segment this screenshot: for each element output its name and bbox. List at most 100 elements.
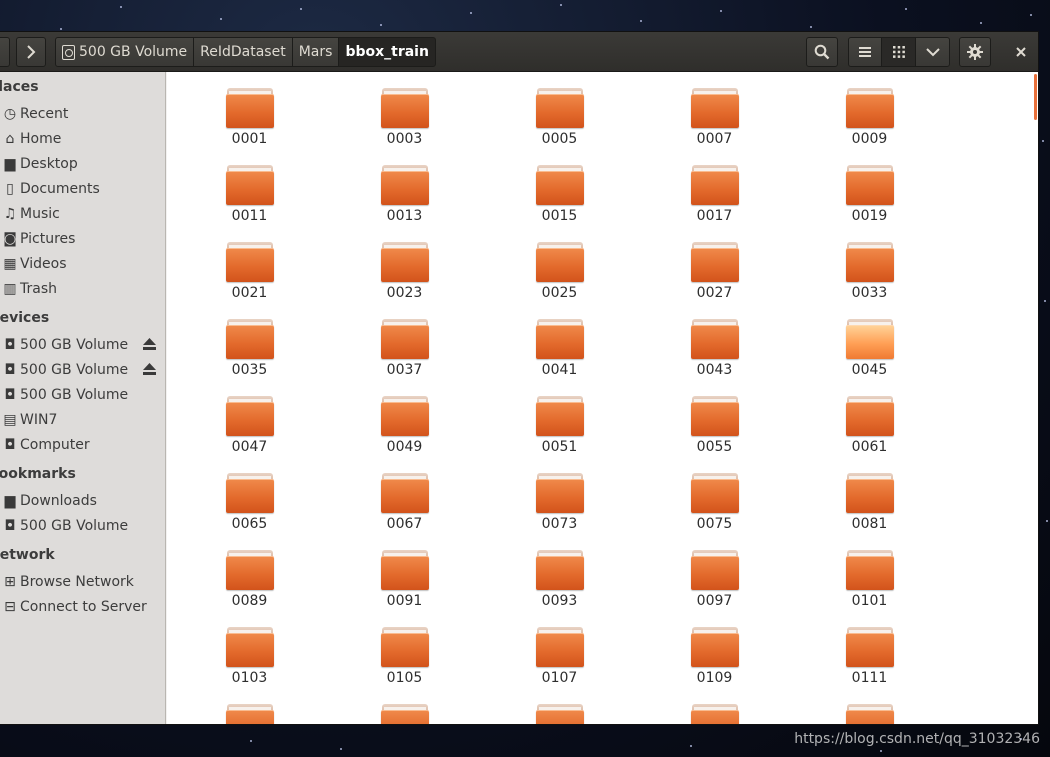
folder-item[interactable]: 0049 [342,380,467,455]
folder-item[interactable]: 0065 [187,457,312,532]
folder-item[interactable]: 0089 [187,534,312,609]
view-options-button[interactable] [915,37,950,67]
folder-item[interactable]: 0005 [497,72,622,147]
forward-button[interactable] [16,37,46,67]
folder-item[interactable]: 0105 [342,611,467,686]
breadcrumb: 500 GB Volume ReIdDataset Mars bbox_train [55,37,436,67]
folder-item[interactable]: 0075 [652,457,777,532]
folder-item[interactable]: 0025 [497,226,622,301]
folder-item[interactable] [342,688,467,724]
folder-item[interactable]: 0019 [807,149,932,224]
folder-name: 0047 [231,439,268,455]
folder-item[interactable] [807,688,932,724]
sidebar-item-devices[interactable]: ◘ Computer [0,432,165,457]
folder-item[interactable] [497,688,622,724]
folder-item[interactable]: 0023 [342,226,467,301]
folder-item[interactable]: 0091 [342,534,467,609]
sidebar-item-devices[interactable]: ◘ 500 GB Volume [0,332,165,357]
sidebar-item-label: Downloads [20,492,97,509]
folder-item[interactable]: 0033 [807,226,932,301]
sidebar-item-devices[interactable]: ▤ WIN7 [0,407,165,432]
sidebar-item-label: Documents [20,180,100,197]
folder-item[interactable]: 0047 [187,380,312,455]
menu-button[interactable] [959,37,991,67]
folder-item[interactable]: 0111 [807,611,932,686]
breadcrumb-item[interactable]: ReIdDataset [193,37,293,67]
breadcrumb-label: ReIdDataset [200,44,286,60]
eject-icon[interactable] [143,338,156,350]
folder-icon [225,319,274,359]
folder-item[interactable]: 0015 [497,149,622,224]
folder-item[interactable]: 0035 [187,303,312,378]
breadcrumb-item[interactable]: 500 GB Volume [55,37,195,67]
sidebar-item-places[interactable]: ◷ Recent [0,101,165,126]
folder-item[interactable]: 0017 [652,149,777,224]
folder-item[interactable]: 0067 [342,457,467,532]
close-button[interactable] [1006,37,1036,67]
eject-icon[interactable] [143,363,156,375]
sidebar-item-places[interactable]: ▥ Trash [0,276,165,301]
folder-icon [380,319,429,359]
folder-item[interactable]: 0081 [807,457,932,532]
folder-item[interactable]: 0101 [807,534,932,609]
folder-icon [690,319,739,359]
folder-item[interactable]: 0037 [342,303,467,378]
folder-item[interactable]: 0041 [497,303,622,378]
folder-icon [225,88,274,128]
list-view-button[interactable] [848,37,882,67]
folder-item[interactable]: 0109 [652,611,777,686]
sidebar-item-places[interactable]: ▆ Desktop [0,151,165,176]
folder-item[interactable]: 0027 [652,226,777,301]
folder-item[interactable]: 0073 [497,457,622,532]
folder-icon [845,396,894,436]
scrollbar[interactable] [1034,74,1037,120]
folder-icon [380,550,429,590]
folder-item[interactable]: 0107 [497,611,622,686]
sidebar-item-devices[interactable]: ◘ 500 GB Volume [0,357,165,382]
folder-item[interactable]: 0007 [652,72,777,147]
sidebar-item-devices[interactable]: ◘ 500 GB Volume [0,382,165,407]
sidebar-item-bookmarks[interactable]: ▆ Downloads [0,488,165,513]
folder-item[interactable]: 0045 [807,303,932,378]
folder-item[interactable]: 0051 [497,380,622,455]
grid-view-button[interactable] [881,37,916,67]
sidebar-item-places[interactable]: ⌂ Home [0,126,165,151]
sidebar-item-bookmarks[interactable]: ◘ 500 GB Volume [0,513,165,538]
drive-icon [62,44,75,60]
folder-item[interactable]: 0043 [652,303,777,378]
breadcrumb-label: Mars [298,44,333,60]
folder-item[interactable]: 0055 [652,380,777,455]
folder-item[interactable]: 0009 [807,72,932,147]
breadcrumb-label: 500 GB Volume [79,44,188,60]
folder-item[interactable]: 0021 [187,226,312,301]
folder-item[interactable] [187,688,312,724]
folder-item[interactable]: 0001 [187,72,312,147]
breadcrumb-item[interactable]: Mars [291,37,340,67]
back-button[interactable] [0,37,10,67]
folder-name: 0013 [386,208,423,224]
sidebar-item-network[interactable]: ⊞ Browse Network [0,569,165,594]
sidebar-item-places[interactable]: ▯ Documents [0,176,165,201]
search-button[interactable] [806,37,838,67]
folder-icon [380,88,429,128]
folder-icon: ▆ [4,492,16,509]
sidebar-item-label: WIN7 [20,411,58,428]
folder-icon [380,396,429,436]
folder-item[interactable]: 0013 [342,149,467,224]
sidebar-item-places[interactable]: ♫ Music [0,201,165,226]
folder-item[interactable]: 0003 [342,72,467,147]
sidebar-item-places[interactable]: ◙ Pictures [0,226,165,251]
folder-item[interactable]: 0093 [497,534,622,609]
folder-item[interactable] [652,688,777,724]
folder-item[interactable]: 0061 [807,380,932,455]
folder-name: 0111 [851,670,888,686]
folder-icon [690,165,739,205]
file-view[interactable]: 0001 0003 0005 0007 0009 0011 0013 0015 0017 0019… [167,72,1038,724]
breadcrumb-item[interactable]: bbox_train [338,37,436,67]
folder-item[interactable]: 0103 [187,611,312,686]
folder-item[interactable]: 0011 [187,149,312,224]
sidebar-item-places[interactable]: ▦ Videos [0,251,165,276]
folder-item[interactable]: 0097 [652,534,777,609]
folder-name: 0037 [386,362,423,378]
sidebar-item-network[interactable]: ⊟ Connect to Server [0,594,165,619]
